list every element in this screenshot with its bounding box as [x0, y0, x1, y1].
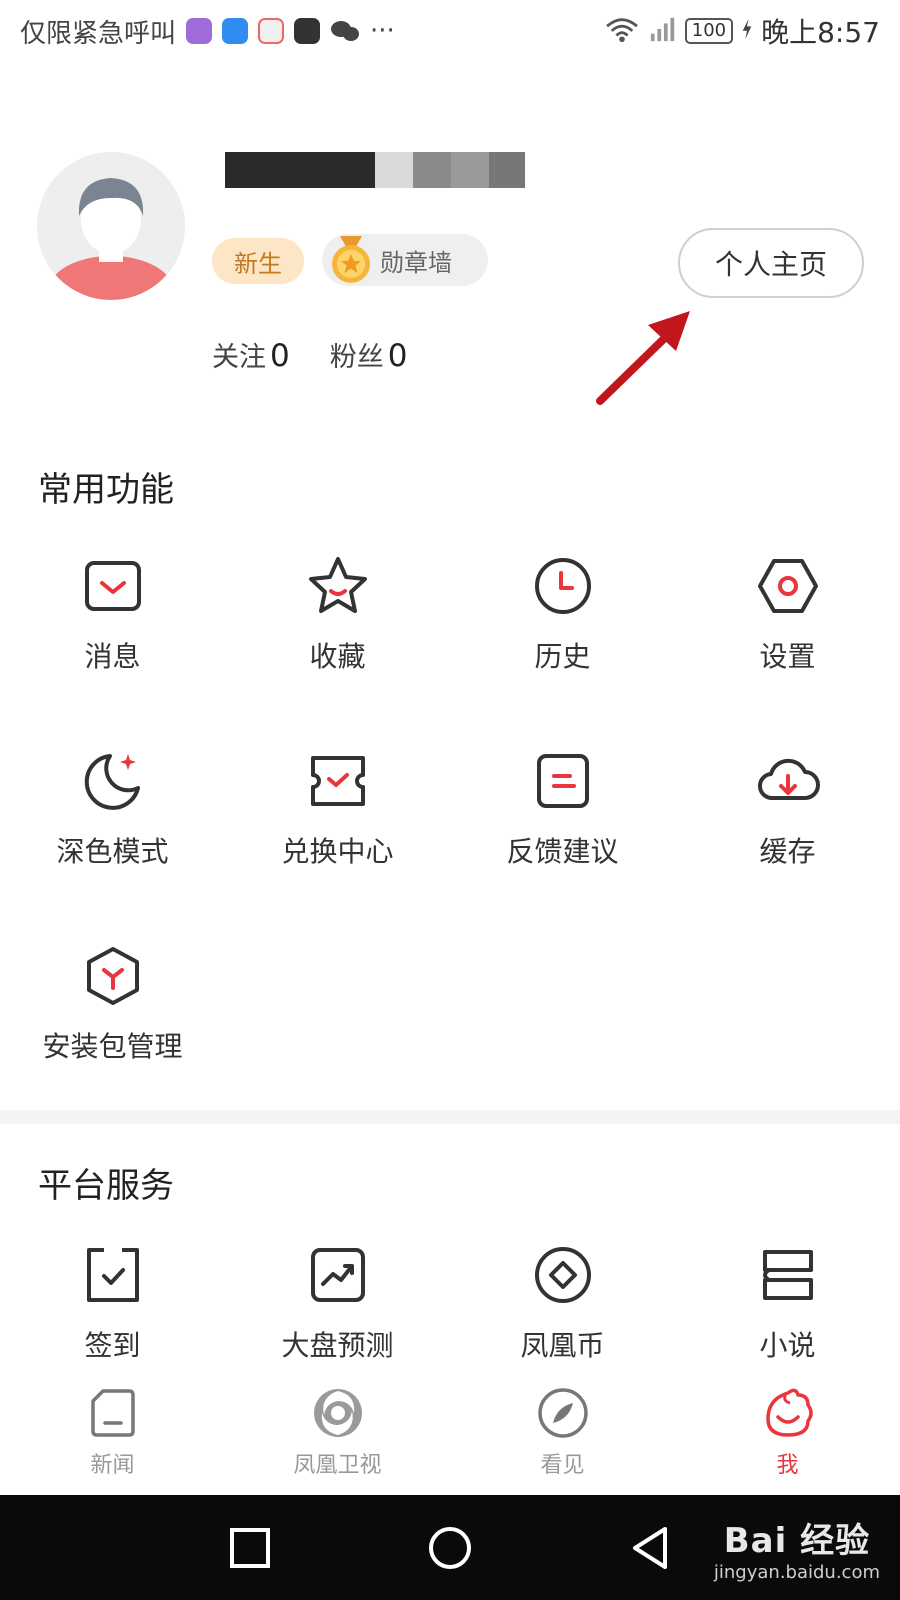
menu-item-label: 设置 — [759, 640, 816, 673]
menu-item-package-manager[interactable]: 安装包管理 — [0, 943, 225, 1093]
fans-stat[interactable]: 粉丝 0 — [330, 335, 408, 374]
status-left: 仅限紧急呼叫 ··· — [20, 13, 395, 50]
medal-wall-label: 勋章墙 — [380, 248, 452, 277]
charging-icon — [741, 17, 753, 45]
me-icon — [765, 1388, 813, 1437]
medal-icon — [326, 234, 376, 286]
chart-trend-icon — [310, 1248, 365, 1302]
following-label: 关注 — [212, 342, 266, 373]
settings-icon — [757, 559, 818, 613]
fans-count: 0 — [387, 338, 408, 374]
checkin-icon — [86, 1248, 139, 1302]
following-stat[interactable]: 关注 0 — [212, 335, 290, 374]
personal-homepage-button[interactable]: 个人主页 — [678, 228, 864, 298]
feedback-icon — [536, 754, 589, 808]
annotation-arrow-icon — [596, 305, 706, 405]
signal-icon — [649, 15, 677, 47]
wechat-icon — [330, 18, 360, 44]
fans-label: 粉丝 — [329, 342, 384, 373]
username-redacted — [225, 152, 525, 188]
menu-item-favorites[interactable]: 收藏 — [225, 553, 450, 703]
notification-huawei-icon — [294, 18, 321, 44]
following-count: 0 — [270, 338, 290, 374]
home-button[interactable] — [425, 1523, 475, 1573]
follow-stats: 关注 0 粉丝 0 — [212, 335, 407, 374]
menu-item-label: 兑换中心 — [281, 835, 394, 868]
news-icon — [90, 1389, 135, 1437]
coin-icon — [534, 1247, 591, 1303]
menu-item-label: 缓存 — [759, 835, 816, 868]
status-bar: 仅限紧急呼叫 ··· 100 晚上8:57 — [0, 0, 900, 62]
battery-indicator: 100 — [684, 18, 734, 44]
menu-item-market-forecast[interactable]: 大盘预测 — [225, 1242, 450, 1392]
platform-services-title: 平台服务 — [38, 1166, 174, 1206]
personal-homepage-label: 个人主页 — [714, 248, 827, 281]
more-notifications-icon: ··· — [370, 16, 395, 46]
section-divider — [0, 1110, 900, 1124]
tab-label: 我 — [776, 1453, 799, 1478]
menu-item-dark-mode[interactable]: 深色模式 — [0, 748, 225, 898]
watermark-main: Bai 经验 — [723, 1521, 871, 1561]
notification-bulb-icon — [222, 18, 249, 44]
menu-item-label: 大盘预测 — [281, 1329, 394, 1362]
ticket-icon — [310, 756, 365, 806]
cloud-download-icon — [757, 758, 820, 801]
tab-news[interactable]: 新闻 — [0, 1385, 225, 1495]
notification-app-icon — [186, 18, 213, 44]
moon-icon — [84, 754, 140, 810]
tab-label: 凤凰卫视 — [293, 1453, 382, 1478]
newbie-badge-label: 新生 — [234, 249, 282, 278]
menu-item-label: 深色模式 — [56, 835, 169, 868]
menu-item-label: 消息 — [84, 640, 141, 673]
menu-item-history[interactable]: 历史 — [450, 553, 675, 703]
tab-label: 看见 — [540, 1453, 585, 1478]
back-button[interactable] — [625, 1523, 675, 1573]
menu-item-novel[interactable]: 小说 — [675, 1242, 900, 1392]
menu-item-message[interactable]: 消息 — [0, 553, 225, 703]
menu-item-cache[interactable]: 缓存 — [675, 748, 900, 898]
menu-item-phoenix-coin[interactable]: 凤凰币 — [450, 1242, 675, 1392]
avatar[interactable] — [37, 152, 185, 300]
common-functions-title: 常用功能 — [38, 470, 174, 510]
star-icon — [308, 557, 367, 613]
clock-icon — [534, 558, 591, 614]
tab-me[interactable]: 我 — [675, 1385, 900, 1495]
package-icon — [86, 947, 139, 1005]
wifi-icon — [603, 15, 641, 47]
baidu-jingyan-watermark: Bai 经验 jingyan.baidu.com — [714, 1513, 880, 1583]
tab-label: 新闻 — [90, 1453, 135, 1478]
menu-item-label: 收藏 — [309, 640, 366, 673]
menu-item-label: 小说 — [759, 1329, 816, 1362]
menu-item-exchange-center[interactable]: 兑换中心 — [225, 748, 450, 898]
compass-icon — [537, 1388, 588, 1438]
message-icon — [84, 561, 141, 611]
watermark-sub: jingyan.baidu.com — [713, 1562, 880, 1583]
menu-item-label: 签到 — [84, 1329, 141, 1362]
bottom-tab-bar: 新闻 凤凰卫视 看见 我 — [0, 1385, 900, 1495]
menu-item-feedback[interactable]: 反馈建议 — [450, 748, 675, 898]
menu-item-settings[interactable]: 设置 — [675, 553, 900, 703]
clock: 晚上8:57 — [761, 16, 880, 49]
tab-discover[interactable]: 看见 — [450, 1385, 675, 1495]
newbie-badge: 新生 — [212, 238, 304, 284]
menu-item-label: 安装包管理 — [42, 1030, 183, 1063]
menu-item-label: 历史 — [534, 640, 591, 673]
phoenix-tv-icon — [313, 1389, 362, 1437]
recent-apps-button[interactable] — [225, 1523, 275, 1573]
menu-item-label: 反馈建议 — [506, 835, 619, 868]
carrier-text: 仅限紧急呼叫 — [20, 18, 177, 49]
notification-bird-icon — [258, 18, 285, 44]
tab-phoenix-tv[interactable]: 凤凰卫视 — [225, 1385, 450, 1495]
system-navigation-bar: Bai 经验 jingyan.baidu.com — [0, 1495, 900, 1600]
menu-item-label: 凤凰币 — [520, 1329, 605, 1362]
menu-item-checkin[interactable]: 签到 — [0, 1242, 225, 1392]
book-icon — [762, 1250, 813, 1300]
status-right: 100 晚上8:57 — [603, 11, 880, 51]
